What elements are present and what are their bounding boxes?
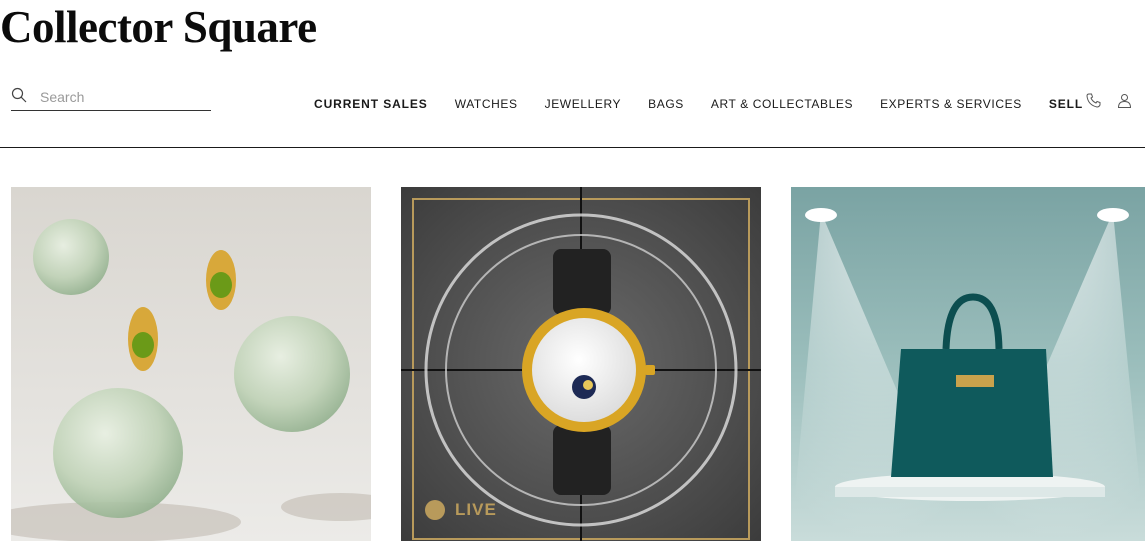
watches-live-sale-card[interactable]: LIVE bbox=[401, 187, 761, 541]
nav-sell[interactable]: SELL bbox=[1049, 97, 1083, 113]
nav-watches[interactable]: WATCHES bbox=[455, 97, 518, 113]
jewellery-image bbox=[11, 187, 371, 541]
nav-current-sales[interactable]: CURRENT SALES bbox=[314, 97, 428, 113]
watch-image bbox=[401, 187, 761, 541]
nav-experts-services[interactable]: EXPERTS & SERVICES bbox=[880, 97, 1022, 113]
search-input[interactable] bbox=[40, 88, 208, 106]
jewellery-sale-card[interactable] bbox=[11, 187, 371, 541]
bags-sale-card[interactable] bbox=[791, 187, 1145, 541]
header-divider bbox=[0, 147, 1145, 148]
live-badge: LIVE bbox=[455, 500, 497, 519]
user-icon[interactable] bbox=[1117, 93, 1132, 108]
nav-bags[interactable]: BAGS bbox=[648, 97, 684, 113]
bag-image bbox=[791, 187, 1145, 541]
main-nav: CURRENT SALES WATCHES JEWELLERY BAGS ART… bbox=[314, 97, 1110, 113]
header-tools bbox=[1086, 93, 1132, 108]
nav-jewellery[interactable]: JEWELLERY bbox=[545, 97, 622, 113]
search-icon[interactable] bbox=[11, 87, 27, 103]
search-bar bbox=[11, 86, 211, 111]
brand-logo[interactable]: Collector Square bbox=[0, 2, 317, 52]
nav-art-collectables[interactable]: ART & COLLECTABLES bbox=[711, 97, 853, 113]
live-indicator-icon bbox=[425, 500, 445, 520]
phone-icon[interactable] bbox=[1086, 93, 1101, 108]
